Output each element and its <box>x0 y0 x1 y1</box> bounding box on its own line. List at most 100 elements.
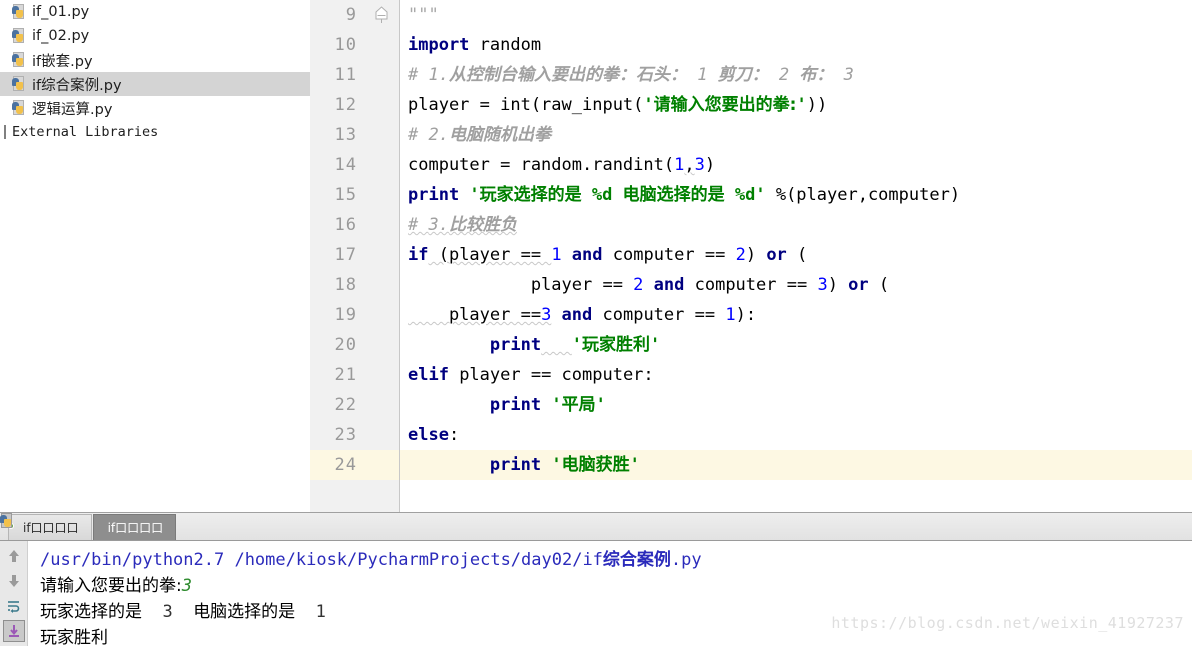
console-outcome-line: 玩家胜利 <box>40 625 1192 646</box>
extra-space <box>541 335 572 355</box>
tree-item-if-comprehensive-case[interactable]: if综合案例.py <box>0 72 310 96</box>
prompt-string: 请输入您要出的拳: <box>654 95 797 115</box>
format-spec-2: %d <box>725 185 756 205</box>
player-choice-text: 玩家选择的是 <box>480 185 582 205</box>
tree-item-label: if嵌套.py <box>32 50 93 71</box>
code-line-21: elif player == computer: <box>408 360 1192 390</box>
quote-open: ' <box>643 95 653 115</box>
gutter-line-number: 22 <box>310 390 399 420</box>
quote-close: ' <box>755 185 765 205</box>
gutter-line-number: 21 <box>310 360 399 390</box>
run-tab-label: if口口口口 <box>23 519 79 536</box>
run-tab-bar[interactable]: if口口口口 if口口口口 <box>0 513 1192 541</box>
python-file-icon <box>12 4 27 20</box>
cond-player-2: player == <box>408 275 633 295</box>
pycharm-window: if_01.py if_02.py if嵌套.py if综合案例.py <box>0 0 1192 646</box>
project-tree-panel[interactable]: if_01.py if_02.py if嵌套.py if综合案例.py <box>0 0 310 512</box>
quote-open: ' <box>572 335 582 355</box>
code-line-11: # 1.从控制台输入要出的拳：石头： 1 剪刀： 2 布： 3 <box>408 60 1192 90</box>
kw-print: print <box>490 395 541 415</box>
code-editor[interactable]: 9 10 11 12 13 14 15 16 17 18 19 20 21 22… <box>310 0 1192 512</box>
tree-item-if-01[interactable]: if_01.py <box>0 0 310 24</box>
cond-computer-3: computer == <box>592 305 725 325</box>
python-file-icon <box>12 100 27 116</box>
code-fold-marker-icon[interactable] <box>374 6 389 23</box>
value-1: 1 <box>725 305 735 325</box>
scroll-down-icon[interactable] <box>3 570 25 592</box>
soft-wrap-icon[interactable] <box>3 595 25 617</box>
run-tool-window: if口口口口 if口口口口 <box>0 512 1192 646</box>
code-line-24: print '电脑获胜' <box>400 450 1192 480</box>
value-2: 2 <box>736 245 746 265</box>
format-spec-1: %d <box>582 185 623 205</box>
scroll-up-icon[interactable] <box>3 545 25 567</box>
cond-computer-2: computer == <box>684 275 817 295</box>
tree-item-if-nested[interactable]: if嵌套.py <box>0 48 310 72</box>
space <box>541 395 551 415</box>
python-file-icon <box>12 76 27 92</box>
code-line-13: # 2.电脑随机出拳 <box>408 120 1192 150</box>
tree-item-if-02[interactable]: if_02.py <box>0 24 310 48</box>
kw-import: import <box>408 35 469 55</box>
value-1: 1 <box>551 245 561 265</box>
comment-text: 从控制台输入要出的拳： <box>449 65 636 85</box>
run-tab-2[interactable]: if口口口口 <box>93 514 177 540</box>
comment-text: 比较胜负 <box>449 215 517 235</box>
console-toolbar[interactable] <box>0 541 28 646</box>
code-line-12: player = int(raw_input('请输入您要出的拳:')) <box>408 90 1192 120</box>
computer-choice-label: 电脑选择的是 <box>193 602 295 622</box>
script-extension: .py <box>671 550 702 570</box>
editor-and-tree-area: if_01.py if_02.py if嵌套.py if综合案例.py <box>0 0 1192 512</box>
indent <box>408 395 490 415</box>
comment-index: 3. <box>428 215 448 235</box>
comment-hash: # <box>408 125 428 145</box>
kw-or: or <box>766 245 786 265</box>
kw-print: print <box>490 455 541 475</box>
gutter-line-number: 17 <box>310 240 399 270</box>
python-file-icon <box>12 28 27 44</box>
gutter-line-number: 14 <box>310 150 399 180</box>
value-2: 2 <box>633 275 643 295</box>
scroll-to-end-icon[interactable] <box>3 620 25 642</box>
tree-item-label: External Libraries <box>12 124 158 140</box>
code-content[interactable]: """ import random # 1.从控制台输入要出的拳：石头： 1 剪… <box>400 0 1192 512</box>
gutter-line-number: 18 <box>310 270 399 300</box>
kw-elif: elif <box>408 365 449 385</box>
cond-player-1: (player == <box>428 245 551 265</box>
tree-item-label: 逻辑运算.py <box>32 98 112 119</box>
comment-hash: # <box>408 215 428 235</box>
quote-close: ' <box>796 95 806 115</box>
tree-item-logic-operations[interactable]: 逻辑运算.py <box>0 96 310 120</box>
code-line-15: print '玩家选择的是 %d 电脑选择的是 %d' %(player,com… <box>408 180 1192 210</box>
python-file-icon <box>12 52 27 68</box>
module-random: random <box>469 35 541 55</box>
kw-and: and <box>562 245 603 265</box>
code-line-23: else: <box>408 420 1192 450</box>
computer-choice-value: 1 <box>295 602 326 622</box>
gutter-line-number: 11 <box>310 60 399 90</box>
player-choice-value: 3 <box>142 602 193 622</box>
kw-and: and <box>643 275 684 295</box>
tree-item-label: if综合案例.py <box>32 74 122 95</box>
editor-gutter[interactable]: 9 10 11 12 13 14 15 16 17 18 19 20 21 22… <box>310 0 400 512</box>
code-line-14: computer = random.randint(1,3) <box>408 150 1192 180</box>
close-paren: ) <box>746 245 766 265</box>
quote-close: ' <box>596 395 606 415</box>
gutter-line-number: 16 <box>310 210 399 240</box>
kw-and: and <box>551 305 592 325</box>
assign-computer: computer = random.randint( <box>408 155 674 175</box>
run-tab-1[interactable]: if口口口口 <box>8 514 92 540</box>
comment-rock-label: 石头： <box>636 65 687 85</box>
indent <box>408 335 490 355</box>
kw-else: else <box>408 425 449 445</box>
console-output[interactable]: /usr/bin/python2.7 /home/kiosk/PycharmPr… <box>28 541 1192 646</box>
code-line-18: player == 2 and computer == 3) or ( <box>408 270 1192 300</box>
docstring-close: """ <box>408 5 439 25</box>
colon: : <box>449 425 459 445</box>
cond-player-3: player == <box>408 305 541 325</box>
tree-item-external-libraries[interactable]: External Libraries <box>0 120 310 144</box>
gutter-line-number: 10 <box>310 30 399 60</box>
cond-draw: player == computer: <box>449 365 654 385</box>
comment-scissors-value: 2 <box>769 65 800 85</box>
close-paren: ) <box>705 155 715 175</box>
